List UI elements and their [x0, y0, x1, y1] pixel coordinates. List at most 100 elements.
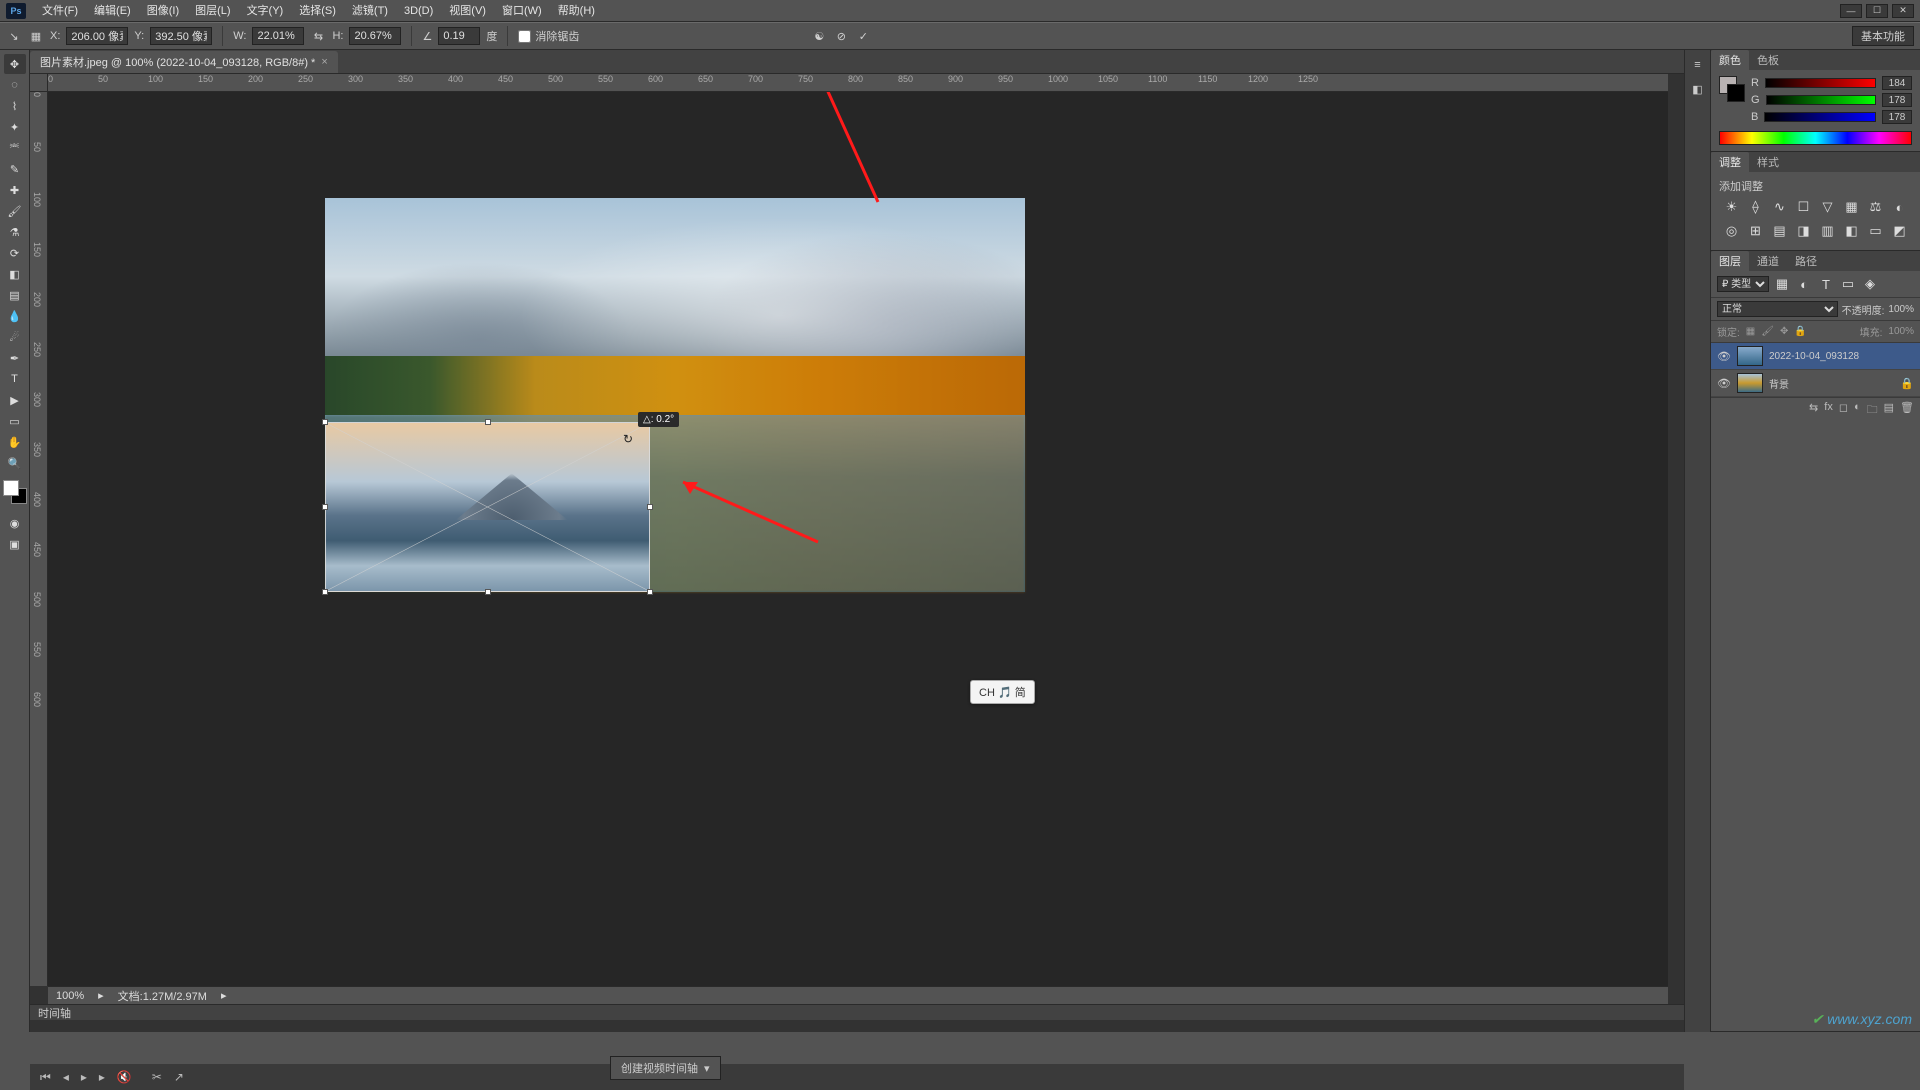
maximize-button[interactable]: ☐: [1866, 4, 1888, 18]
canvas[interactable]: △: 0.2° ↻: [48, 92, 1668, 986]
stamp-tool[interactable]: ⚗: [4, 222, 26, 242]
lookup-icon[interactable]: ▤: [1771, 222, 1789, 240]
ruler-origin[interactable]: [30, 74, 48, 92]
path-select-tool[interactable]: ▶: [4, 390, 26, 410]
close-tab-icon[interactable]: ×: [321, 56, 327, 68]
fill-value[interactable]: 100%: [1888, 326, 1914, 337]
magic-wand-tool[interactable]: ✦: [4, 117, 26, 137]
split-icon[interactable]: ✂: [152, 1070, 162, 1084]
visibility-icon[interactable]: 👁: [1717, 349, 1731, 363]
bw-icon[interactable]: ◐: [1891, 198, 1909, 216]
lock-all-icon[interactable]: 🔒: [1794, 326, 1806, 337]
levels-icon[interactable]: ⟠: [1747, 198, 1765, 216]
balance-icon[interactable]: ⚖: [1867, 198, 1885, 216]
visibility-icon[interactable]: 👁: [1717, 376, 1731, 390]
antialias-check[interactable]: [518, 30, 531, 43]
menu-item[interactable]: 帮助(H): [550, 0, 603, 22]
play-icon[interactable]: ▸: [81, 1070, 87, 1084]
layer-row[interactable]: 👁 2022-10-04_093128: [1711, 343, 1920, 370]
workspace-switcher[interactable]: 基本功能: [1852, 26, 1914, 46]
tab-layers[interactable]: 图层: [1711, 251, 1749, 271]
warp-mode-icon[interactable]: ☯: [811, 28, 827, 44]
transition-icon[interactable]: ↗: [174, 1070, 184, 1084]
bg-swatch[interactable]: [1727, 84, 1745, 102]
delete-layer-icon[interactable]: 🗑: [1900, 401, 1914, 420]
threshold-icon[interactable]: ◧: [1843, 222, 1861, 240]
placed-layer-transform[interactable]: [325, 422, 650, 592]
brush-tool[interactable]: 🖌: [4, 201, 26, 221]
type-tool[interactable]: T: [4, 369, 26, 389]
angle-input[interactable]: [438, 27, 480, 45]
handle-bot-left[interactable]: [322, 589, 328, 595]
lock-pixel-icon[interactable]: 🖌: [1761, 326, 1774, 337]
reference-point-icon[interactable]: ▦: [28, 28, 44, 44]
gradient-map-icon[interactable]: ▭: [1867, 222, 1885, 240]
selective-color-icon[interactable]: ◩: [1891, 222, 1909, 240]
tab-color[interactable]: 颜色: [1711, 50, 1749, 70]
go-start-icon[interactable]: ⏮: [40, 1070, 51, 1085]
create-video-timeline-button[interactable]: 创建视频时间轴 ▾: [610, 1056, 721, 1080]
menu-item[interactable]: 视图(V): [441, 0, 494, 22]
blend-mode-select[interactable]: 正常: [1717, 301, 1838, 317]
ime-indicator[interactable]: CH 🎵 简: [970, 680, 1035, 704]
brightness-icon[interactable]: ☀: [1723, 198, 1741, 216]
handle-bot-mid[interactable]: [485, 589, 491, 595]
crop-tool[interactable]: ⎃: [4, 138, 26, 158]
exposure-icon[interactable]: ☐: [1795, 198, 1813, 216]
hue-icon[interactable]: ▦: [1843, 198, 1861, 216]
filter-pixel-icon[interactable]: ▦: [1773, 275, 1791, 293]
cancel-transform-icon[interactable]: ⊘: [833, 28, 849, 44]
antialias-checkbox[interactable]: 消除锯齿: [518, 28, 579, 44]
pen-tool[interactable]: ✒: [4, 348, 26, 368]
gradient-tool[interactable]: ▤: [4, 285, 26, 305]
hand-tool[interactable]: ✋: [4, 432, 26, 452]
filter-shape-icon[interactable]: ▭: [1839, 275, 1857, 293]
vertical-ruler[interactable]: 050100150200250300350400450500550600: [30, 92, 48, 986]
layer-filter-type[interactable]: ₽ 类型: [1717, 276, 1769, 292]
lock-pos-icon[interactable]: ✥: [1780, 326, 1788, 337]
color-spectrum[interactable]: [1719, 131, 1912, 145]
menu-item[interactable]: 文字(Y): [239, 0, 292, 22]
new-layer-icon[interactable]: ▤: [1884, 401, 1894, 420]
layer-thumbnail[interactable]: [1737, 373, 1763, 393]
menu-item[interactable]: 文件(F): [34, 0, 86, 22]
b-value[interactable]: 178: [1882, 110, 1912, 124]
link-layers-icon[interactable]: ⇆: [1809, 401, 1818, 420]
chevron-down-icon[interactable]: ▾: [704, 1062, 710, 1075]
layer-name[interactable]: 2022-10-04_093128: [1769, 351, 1914, 362]
tab-styles[interactable]: 样式: [1749, 152, 1787, 172]
layer-name[interactable]: 背景: [1769, 376, 1894, 391]
mute-icon[interactable]: 🔇: [117, 1070, 132, 1084]
history-panel-icon[interactable]: ≡: [1689, 56, 1707, 74]
r-slider[interactable]: [1765, 78, 1876, 88]
lasso-tool[interactable]: ⌇: [4, 96, 26, 116]
layer-fx-icon[interactable]: fx: [1824, 401, 1833, 420]
curves-icon[interactable]: ∿: [1771, 198, 1789, 216]
screenmode-tool[interactable]: ▣: [4, 534, 26, 554]
lock-trans-icon[interactable]: ▦: [1746, 326, 1755, 337]
menu-item[interactable]: 滤镜(T): [344, 0, 396, 22]
menu-item[interactable]: 选择(S): [291, 0, 344, 22]
filter-adjust-icon[interactable]: ◐: [1795, 275, 1813, 293]
close-button[interactable]: ✕: [1892, 4, 1914, 18]
link-icon[interactable]: ⇆: [310, 28, 326, 44]
history-brush-tool[interactable]: ⟳: [4, 243, 26, 263]
layer-mask-icon[interactable]: ◻: [1839, 401, 1848, 420]
g-value[interactable]: 178: [1882, 93, 1912, 107]
new-group-icon[interactable]: 🗀: [1867, 401, 1878, 420]
chevron-right-icon[interactable]: ▸: [221, 989, 227, 1002]
tab-adjustments[interactable]: 调整: [1711, 152, 1749, 172]
eyedropper-tool[interactable]: ✎: [4, 159, 26, 179]
handle-mid-right[interactable]: [647, 504, 653, 510]
zoom-tool[interactable]: 🔍: [4, 453, 26, 473]
filter-type-icon[interactable]: T: [1817, 275, 1835, 293]
menu-item[interactable]: 图像(I): [139, 0, 187, 22]
timeline-panel-header[interactable]: 时间轴: [30, 1004, 1684, 1020]
transform-handles[interactable]: [325, 422, 650, 592]
dodge-tool[interactable]: ☄: [4, 327, 26, 347]
opacity-value[interactable]: 100%: [1888, 304, 1914, 315]
horizontal-ruler[interactable]: 0501001502002503003504004505005506006507…: [48, 74, 1668, 92]
color-swatches[interactable]: [3, 480, 27, 504]
minimize-button[interactable]: —: [1840, 4, 1862, 18]
tab-channels[interactable]: 通道: [1749, 251, 1787, 271]
